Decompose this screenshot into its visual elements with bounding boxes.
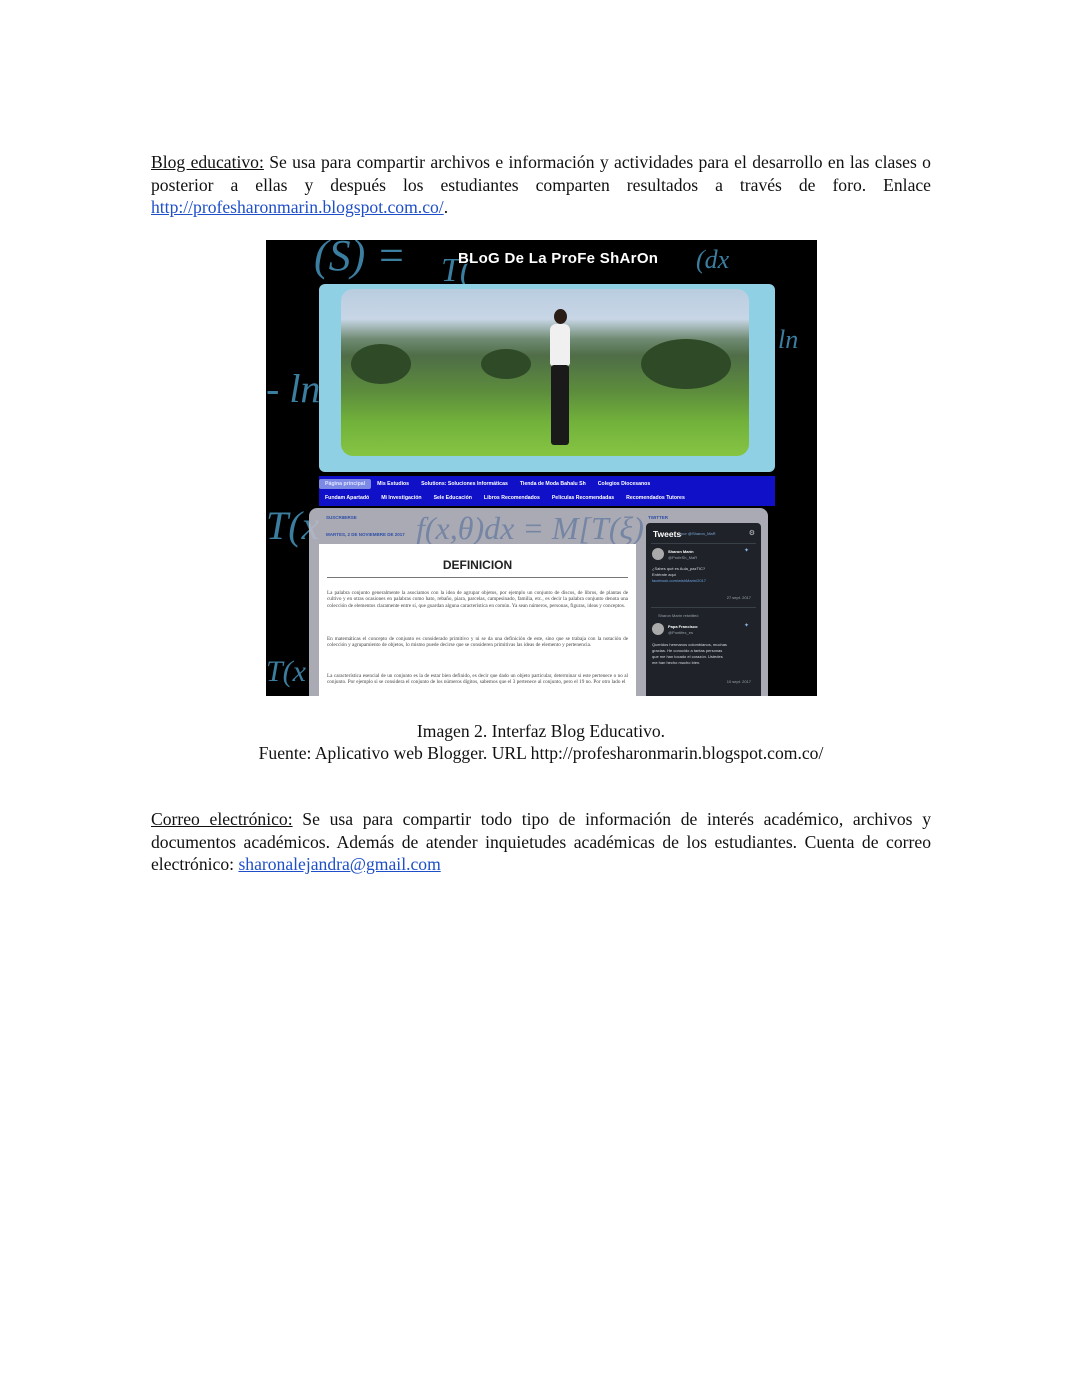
blog-text: Se usa para compartir archivos e informa… (151, 152, 931, 195)
header-banner (319, 284, 775, 472)
blog-title: BLoG De La ProFe ShArOn (458, 250, 659, 267)
tweets-by[interactable]: por @Sharon_MaR (681, 531, 716, 536)
math-bg-7: T(x (266, 655, 306, 688)
blog-nav: Página principal Mis Estudios Solutions:… (319, 476, 775, 506)
nav-item[interactable]: Recomendados Tutores (620, 495, 691, 501)
twitter-label: TWITTER (648, 515, 668, 520)
retweet-label: Sharon Marín retwitteó (658, 613, 699, 618)
math-bg-4: ln (778, 325, 799, 354)
tweet-date: 10 sept. 2017 (726, 679, 751, 684)
person-figure (546, 309, 574, 449)
nav-item[interactable]: Fundam Apartadó (319, 495, 375, 501)
formula-overlay: f(x,θ)dx = M[T(ξ) (416, 510, 644, 546)
nav-item[interactable]: Libros Recomendados (478, 495, 546, 501)
tweet-date: 27 sept. 2017 (726, 595, 751, 600)
nav-item[interactable]: Películas Recomendadas (546, 495, 620, 501)
nav-home[interactable]: Página principal (319, 479, 372, 489)
avatar[interactable] (652, 548, 664, 560)
tweet-text: me han hecho mucho bien. (652, 660, 701, 665)
tweet-text: que me han tocado el corazón. Ustedes (652, 654, 723, 659)
math-bg-1: (S) = (314, 240, 406, 280)
post-title: DEFINICION (442, 558, 513, 572)
nav-item[interactable]: Tienda de Moda Bahalu Sh (514, 481, 592, 487)
nav-item[interactable]: Mis Estudios (371, 481, 415, 487)
tweets-header: Tweets (653, 529, 682, 539)
banner-photo (341, 289, 749, 456)
tweet-handle: @ProfeSh_MaR (668, 555, 698, 560)
blog-lead: Blog educativo: (151, 152, 264, 172)
post-divider (327, 577, 628, 578)
blog-post: DEFINICION La palabra conjunto generalme… (319, 544, 636, 696)
tweet-handle: @Pontifex_es (668, 630, 693, 635)
blog-paragraph: Blog educativo: Se usa para compartir ar… (151, 152, 931, 218)
nav-item[interactable]: Colegios Diocesanos (592, 481, 656, 487)
tweet-text: gracias. He conocido a tantas personas (652, 648, 723, 653)
figure-caption: Imagen 2. Interfaz Blog Educativo. Fuent… (0, 720, 1082, 764)
gear-icon[interactable]: ⚙ (749, 529, 755, 537)
subscribe-label[interactable]: SUSCRIBIRSE (326, 515, 357, 520)
post-date: MARTES, 2 DE NOVIEMBRE DE 2017 (326, 532, 405, 537)
email-lead: Correo electrónico: (151, 809, 293, 829)
nav-row-2: Fundam Apartadó Mi Investigación Sele Ed… (319, 491, 775, 505)
post-paragraph: La palabra conjunto generalmente la asoc… (327, 590, 628, 609)
twitter-widget[interactable]: Tweets por @Sharon_MaR ⚙ Sharon Marín @P… (646, 523, 761, 696)
caption-source: Fuente: Aplicativo web Blogger. URL http… (258, 743, 824, 763)
math-bg-3: - ln (266, 366, 321, 411)
caption-title: Imagen 2. Interfaz Blog Educativo. (416, 721, 666, 741)
twitter-bird-icon: ✦ (743, 623, 749, 629)
post-paragraph: En matemáticas el concepto de conjunto e… (327, 636, 628, 649)
nav-item[interactable]: Mi Investigación (375, 495, 427, 501)
tweet-text: Queridos hermanos colombianos, muchas (652, 642, 727, 647)
blog-link[interactable]: http://profesharonmarin.blogspot.com.co/ (151, 197, 444, 217)
tweet-author[interactable]: Papa Francisco (668, 624, 698, 629)
nav-item[interactable]: Solutions: Soluciones Informáticas (415, 481, 514, 487)
avatar[interactable] (652, 623, 664, 635)
nav-item[interactable]: Sele Educación (428, 495, 478, 501)
post-paragraph: La característica esencial de un conjunt… (327, 673, 628, 686)
tweet-author[interactable]: Sharon Marín (668, 549, 694, 554)
email-link[interactable]: sharonalejandra@gmail.com (238, 854, 440, 874)
tweet-text: Entérate aquí (652, 572, 677, 577)
math-bg-5: (dx (696, 245, 730, 274)
blog-screenshot: (S) = T( - ln ln (dx T(x T(x BLoG De La … (266, 240, 817, 696)
twitter-bird-icon: ✦ (743, 548, 749, 554)
email-paragraph: Correo electrónico: Se usa para comparti… (151, 808, 931, 876)
tweet-text: ¿Sabes qué es Aula_pazTIC? (652, 566, 706, 571)
nav-row-1: Página principal Mis Estudios Solutions:… (319, 477, 775, 491)
tweet-link[interactable]: facebook.com/wishMarin/2017 (652, 578, 706, 583)
